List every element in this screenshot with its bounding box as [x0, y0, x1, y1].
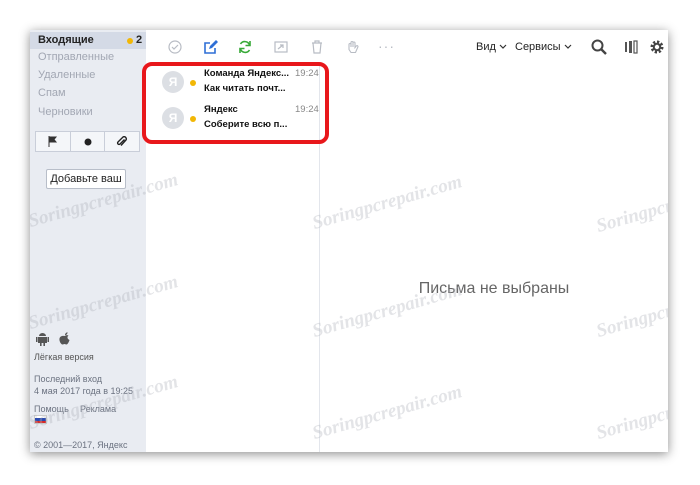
- filter-flagged[interactable]: [36, 132, 71, 151]
- last-login-label: Последний вход: [34, 374, 103, 384]
- paperclip-icon: [117, 135, 128, 146]
- compose-icon: [204, 40, 218, 54]
- chevron-down-icon: [564, 44, 572, 49]
- spam-button[interactable]: [344, 38, 362, 56]
- search-button[interactable]: [590, 38, 608, 56]
- avatar: Я: [162, 107, 184, 129]
- gear-icon: [650, 40, 664, 54]
- layout-toggle-button[interactable]: [622, 38, 640, 56]
- checkbox-icon: [168, 40, 182, 54]
- folder-label: Отправленные: [38, 51, 115, 63]
- light-version-link[interactable]: Лёгкая версия: [34, 352, 94, 362]
- select-all-button[interactable]: [166, 38, 184, 56]
- trash-icon: [312, 40, 322, 54]
- message-item[interactable]: Я Яндекс Соберите всю п... 19:24: [146, 100, 319, 133]
- message-subject: Как читать почт...: [204, 83, 286, 94]
- message-sender: Команда Яндекс...: [204, 68, 290, 79]
- toolbar: ··· Вид Сервисы: [146, 30, 668, 64]
- message-time: 19:24: [295, 104, 319, 115]
- mail-window: Входящие 2 Отправленные Удаленные Спам Ч…: [30, 30, 668, 452]
- help-link[interactable]: Помощь: [34, 404, 69, 414]
- folder-drafts[interactable]: Черновики: [30, 104, 146, 121]
- services-menu[interactable]: Сервисы: [515, 41, 572, 53]
- folder-label: Спам: [38, 87, 66, 99]
- language-flag-icon[interactable]: [34, 415, 47, 424]
- unread-dot-icon: [84, 138, 91, 145]
- filter-attachments[interactable]: [105, 132, 139, 151]
- message-item[interactable]: Я Команда Яндекс... Как читать почт... 1…: [146, 64, 319, 97]
- android-icon[interactable]: [36, 332, 49, 346]
- flag-icon: [48, 136, 57, 147]
- filter-unread[interactable]: [71, 132, 106, 151]
- more-actions-button[interactable]: ···: [378, 38, 395, 54]
- services-label: Сервисы: [515, 41, 561, 53]
- folder-label: Входящие: [38, 34, 94, 46]
- folder-label: Черновики: [38, 106, 93, 118]
- ads-link[interactable]: Реклама: [80, 404, 116, 414]
- view-menu[interactable]: Вид: [476, 41, 507, 53]
- refresh-icon: [239, 40, 251, 54]
- view-label: Вид: [476, 41, 496, 53]
- chevron-down-icon: [499, 44, 507, 49]
- unread-count: 2: [136, 34, 143, 46]
- no-selection-text: Письма не выбраны: [418, 280, 570, 297]
- folder-deleted[interactable]: Удаленные: [30, 67, 146, 84]
- delete-button[interactable]: [308, 38, 326, 56]
- message-sender: Яндекс: [204, 104, 238, 115]
- message-time: 19:24: [295, 68, 319, 79]
- copyright: © 2001—2017, Яндекс: [34, 440, 128, 450]
- forward-button[interactable]: [272, 38, 290, 56]
- folder-label: Удаленные: [38, 69, 96, 81]
- message-list: Я Команда Яндекс... Как читать почт... 1…: [146, 64, 320, 452]
- folder-inbox[interactable]: Входящие 2: [30, 32, 146, 49]
- reading-pane: Письма не выбраны: [320, 64, 668, 452]
- unread-dot-icon: [127, 38, 133, 44]
- unread-dot-icon[interactable]: [190, 80, 196, 86]
- apple-icon[interactable]: [59, 332, 71, 346]
- columns-icon: [625, 40, 638, 54]
- avatar: Я: [162, 71, 184, 93]
- sidebar: Входящие 2 Отправленные Удаленные Спам Ч…: [30, 30, 146, 452]
- filter-bar: [35, 131, 140, 152]
- refresh-button[interactable]: [236, 38, 254, 56]
- search-icon: [591, 39, 607, 55]
- last-login-value: 4 мая 2017 года в 19:25: [34, 386, 134, 396]
- compose-button[interactable]: [202, 38, 220, 56]
- message-subject: Соберите всю п...: [204, 119, 288, 130]
- folder-sent[interactable]: Отправленные: [30, 49, 146, 66]
- settings-button[interactable]: [648, 38, 666, 56]
- add-mailbox-button[interactable]: Добавьте ваш: [46, 169, 126, 189]
- folder-spam[interactable]: Спам: [30, 85, 146, 102]
- forward-icon: [274, 41, 288, 53]
- hand-icon: [348, 40, 359, 54]
- mobile-apps: [36, 332, 71, 346]
- unread-dot-icon[interactable]: [190, 116, 196, 122]
